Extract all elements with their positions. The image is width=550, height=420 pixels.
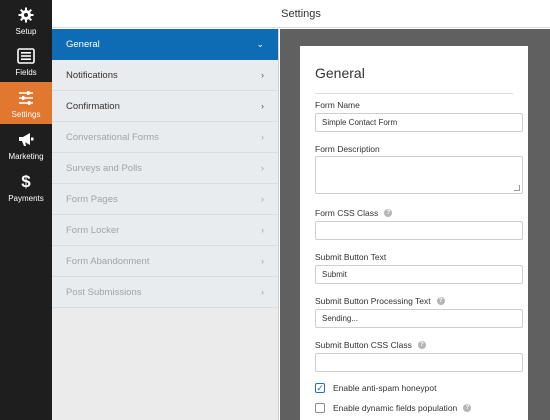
dynamic-fields-label: Enable dynamic fields population [333,403,458,413]
panel-title: General [315,65,365,81]
rail-label-payments: Payments [8,193,44,203]
submit-button-text-label-text: Submit Button Text [315,252,387,262]
top-bar: Settings [52,0,550,28]
submit-button-text-label: Submit Button Text [315,252,386,262]
chevron-right-icon: › [261,256,264,266]
menu-item-notifications[interactable]: Notifications › [52,60,278,91]
checkmark-icon: ✓ [316,383,324,393]
menu-item-form-locker[interactable]: Form Locker › [52,215,278,246]
submit-button-text-value: Submit [322,270,347,279]
help-icon[interactable]: ? [436,297,445,305]
rail-item-payments[interactable]: $ Payments [0,166,52,208]
fields-icon [17,46,35,66]
submit-css-class-label: Submit Button CSS Class ? [315,340,426,350]
menu-item-label: Confirmation [66,100,120,112]
menu-item-surveys-and-polls[interactable]: Surveys and Polls › [52,153,278,184]
rail-item-setup[interactable]: Setup [0,0,52,40]
submit-processing-text-input[interactable]: Sending... [315,309,523,328]
gear-icon [18,5,34,25]
chevron-down-icon: ⌄ [256,38,264,49]
chevron-right-icon: › [261,225,264,235]
form-name-value: Simple Contact Form [322,118,398,127]
submit-css-class-label-text: Submit Button CSS Class [315,340,412,350]
menu-item-label: Form Locker [66,224,120,236]
menu-item-label: Conversational Forms [66,131,159,143]
honeypot-label: Enable anti-spam honeypot [333,383,437,393]
menu-item-label: Form Abandonment [66,255,150,267]
form-css-class-input[interactable] [315,221,523,240]
rail-item-fields[interactable]: Fields [0,40,52,82]
form-description-textarea[interactable] [315,156,523,194]
submit-css-class-input[interactable] [315,353,523,372]
form-name-label-text: Form Name [315,100,360,110]
submit-processing-text-value: Sending... [322,314,359,323]
chevron-right-icon: › [261,132,264,142]
chevron-right-icon: › [261,194,264,204]
menu-item-label: General [66,38,100,50]
form-css-class-label-text: Form CSS Class [315,208,379,218]
rail-label-setup: Setup [15,26,37,36]
rail-item-settings[interactable]: Settings [0,82,52,124]
menu-item-general[interactable]: General ⌄ [52,29,278,60]
menu-item-label: Post Submissions [66,286,142,298]
help-icon[interactable]: ? [384,209,393,217]
submit-processing-text-label-text: Submit Button Processing Text [315,296,431,306]
rail-label-settings: Settings [11,109,41,119]
dollar-icon: $ [21,171,31,191]
divider [315,93,513,94]
rail-label-marketing: Marketing [8,151,44,161]
form-name-input[interactable]: Simple Contact Form [315,113,523,132]
help-icon[interactable]: ? [463,404,472,412]
content-area: General Form Name Simple Contact Form Fo… [280,29,550,420]
form-css-class-label: Form CSS Class ? [315,208,393,218]
menu-item-form-abandonment[interactable]: Form Abandonment › [52,246,278,277]
dynamic-fields-checkbox[interactable] [315,403,325,413]
menu-item-label: Form Pages [66,193,118,205]
menu-item-label: Notifications [66,69,118,81]
submit-processing-text-label: Submit Button Processing Text ? [315,296,445,306]
menu-item-confirmation[interactable]: Confirmation › [52,91,278,122]
rail-label-fields: Fields [15,67,37,77]
help-icon[interactable]: ? [417,341,426,349]
menu-item-post-submissions[interactable]: Post Submissions › [52,277,278,308]
resize-grip-icon[interactable] [514,185,520,191]
form-description-label: Form Description [315,144,380,154]
sliders-icon [18,88,34,108]
chevron-right-icon: › [261,163,264,173]
chevron-right-icon: › [261,101,264,111]
form-name-label: Form Name [315,100,360,110]
honeypot-option[interactable]: ✓ Enable anti-spam honeypot [315,383,437,393]
megaphone-icon [17,130,35,150]
menu-item-form-pages[interactable]: Form Pages › [52,184,278,215]
page-title: Settings [281,8,321,20]
form-description-label-text: Form Description [315,144,380,154]
general-settings-panel: General Form Name Simple Contact Form Fo… [300,46,528,420]
chevron-right-icon: › [261,287,264,297]
menu-item-conversational-forms[interactable]: Conversational Forms › [52,122,278,153]
dynamic-fields-option[interactable]: Enable dynamic fields population ? [315,403,472,413]
submit-button-text-input[interactable]: Submit [315,265,523,284]
chevron-right-icon: › [261,70,264,80]
left-nav-rail: Setup Fields Settings Marketing $ Paymen… [0,0,52,420]
honeypot-checkbox[interactable]: ✓ [315,383,325,393]
rail-item-marketing[interactable]: Marketing [0,124,52,166]
menu-item-label: Surveys and Polls [66,162,143,174]
settings-menu: General ⌄ Notifications › Confirmation ›… [52,29,279,420]
